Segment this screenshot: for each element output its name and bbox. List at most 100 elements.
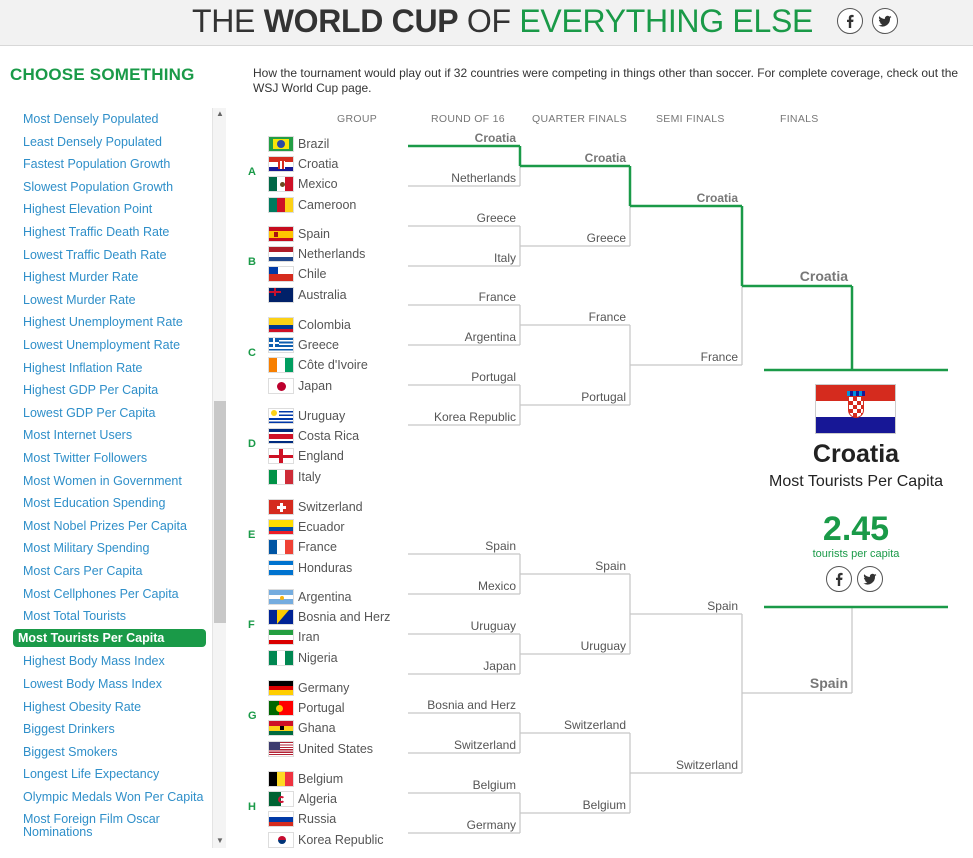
group-team[interactable]: Ghana xyxy=(268,719,336,737)
group-team[interactable]: Australia xyxy=(268,286,347,304)
sidebar-item[interactable]: Biggest Drinkers xyxy=(10,722,206,736)
group-team[interactable]: Ecuador xyxy=(268,518,345,536)
sidebar-item[interactable]: Most Internet Users xyxy=(10,428,206,442)
sidebar-item[interactable]: Highest Inflation Rate xyxy=(10,361,206,375)
champion-twitter-button[interactable] xyxy=(857,566,883,592)
bracket-slot[interactable]: France xyxy=(589,310,626,324)
sidebar-item[interactable]: Most Women in Government xyxy=(10,474,206,488)
sidebar-item[interactable]: Olympic Medals Won Per Capita xyxy=(10,790,206,804)
bracket-slot[interactable]: Spain xyxy=(595,559,626,573)
bracket-slot[interactable]: Bosnia and Herz xyxy=(427,698,516,712)
sidebar-item[interactable]: Highest Traffic Death Rate xyxy=(10,225,206,239)
group-team[interactable]: Cameroon xyxy=(268,196,356,214)
bracket-slot[interactable]: Belgium xyxy=(473,778,516,792)
sidebar-item[interactable]: Most Cars Per Capita xyxy=(10,564,206,578)
group-team[interactable]: Germany xyxy=(268,679,349,697)
sidebar-scrollbar[interactable]: ▲ ▼ xyxy=(212,108,226,848)
sidebar-item[interactable]: Highest Obesity Rate xyxy=(10,700,206,714)
twitter-share-button[interactable] xyxy=(872,8,898,34)
sidebar-item[interactable]: Most Education Spending xyxy=(10,496,206,510)
bracket-slot[interactable]: Portugal xyxy=(581,390,626,404)
bracket-slot[interactable]: Japan xyxy=(483,659,516,673)
scroll-up-icon[interactable]: ▲ xyxy=(213,108,227,120)
group-team[interactable]: Argentina xyxy=(268,588,352,606)
group-team[interactable]: France xyxy=(268,538,337,556)
group-team[interactable]: Chile xyxy=(268,265,327,283)
sidebar-item[interactable]: Most Twitter Followers xyxy=(10,451,206,465)
group-team[interactable]: Italy xyxy=(268,468,321,486)
bracket-slot[interactable]: Germany xyxy=(467,818,516,832)
sidebar-item[interactable]: Most Tourists Per Capita xyxy=(13,628,206,647)
group-team[interactable]: Portugal xyxy=(268,699,345,717)
bracket-slot[interactable]: Korea Republic xyxy=(434,410,516,424)
group-team[interactable]: Uruguay xyxy=(268,407,345,425)
scroll-thumb[interactable] xyxy=(214,401,226,623)
champion-facebook-button[interactable] xyxy=(826,566,852,592)
group-team[interactable]: Colombia xyxy=(268,316,351,334)
group-team[interactable]: Nigeria xyxy=(268,649,338,667)
group-team[interactable]: Spain xyxy=(268,225,330,243)
bracket-slot[interactable]: Mexico xyxy=(478,579,516,593)
bracket-slot[interactable]: Croatia xyxy=(697,191,738,205)
bracket-slot[interactable]: Netherlands xyxy=(451,171,516,185)
group-team[interactable]: Côte d'Ivoire xyxy=(268,356,368,374)
group-team[interactable]: Switzerland xyxy=(268,498,363,516)
sidebar-item[interactable]: Most Foreign Film Oscar Nominations xyxy=(10,812,206,839)
facebook-share-button[interactable] xyxy=(837,8,863,34)
bracket-slot[interactable]: Switzerland xyxy=(564,718,626,732)
bracket-slot[interactable]: Greece xyxy=(587,231,626,245)
group-team[interactable]: Netherlands xyxy=(268,245,365,263)
sidebar-item[interactable]: Lowest GDP Per Capita xyxy=(10,406,206,420)
bracket-slot[interactable]: Switzerland xyxy=(676,758,738,772)
bracket-slot[interactable]: Italy xyxy=(494,251,516,265)
sidebar-item[interactable]: Lowest Unemployment Rate xyxy=(10,338,206,352)
group-team[interactable]: Korea Republic xyxy=(268,831,383,849)
bracket-slot[interactable]: Uruguay xyxy=(471,619,516,633)
bracket-slot[interactable]: France xyxy=(701,350,738,364)
group-team[interactable]: Honduras xyxy=(268,559,352,577)
bracket-slot[interactable]: Spain xyxy=(485,539,516,553)
sidebar-item[interactable]: Longest Life Expectancy xyxy=(10,767,206,781)
scroll-down-icon[interactable]: ▼ xyxy=(213,835,227,847)
sidebar-item[interactable]: Lowest Traffic Death Rate xyxy=(10,248,206,262)
group-team[interactable]: Costa Rica xyxy=(268,427,359,445)
sidebar-item[interactable]: Most Densely Populated xyxy=(10,112,206,126)
group-team[interactable]: Algeria xyxy=(268,790,337,808)
bracket-slot[interactable]: France xyxy=(479,290,516,304)
bracket-slot[interactable]: Uruguay xyxy=(581,639,626,653)
bracket-slot[interactable]: Greece xyxy=(477,211,516,225)
bracket-slot[interactable]: Switzerland xyxy=(454,738,516,752)
group-team[interactable]: Russia xyxy=(268,810,336,828)
group-team[interactable]: Japan xyxy=(268,377,332,395)
group-team[interactable]: Greece xyxy=(268,336,339,354)
sidebar-item[interactable]: Biggest Smokers xyxy=(10,745,206,759)
sidebar-item[interactable]: Most Cellphones Per Capita xyxy=(10,587,206,601)
group-team[interactable]: England xyxy=(268,447,344,465)
group-team[interactable]: Belgium xyxy=(268,770,343,788)
group-team[interactable]: Mexico xyxy=(268,175,338,193)
sidebar-item[interactable]: Lowest Body Mass Index xyxy=(10,677,206,691)
group-team[interactable]: Croatia xyxy=(268,155,338,173)
bracket-slot[interactable]: Belgium xyxy=(583,798,626,812)
sidebar-item[interactable]: Highest Unemployment Rate xyxy=(10,315,206,329)
bracket-slot[interactable]: Spain xyxy=(707,599,738,613)
sidebar-item[interactable]: Most Nobel Prizes Per Capita xyxy=(10,519,206,533)
bracket-slot[interactable]: Croatia xyxy=(475,131,516,145)
sidebar-item[interactable]: Most Total Tourists xyxy=(10,609,206,623)
sidebar-item[interactable]: Lowest Murder Rate xyxy=(10,293,206,307)
sidebar-item[interactable]: Highest Murder Rate xyxy=(10,270,206,284)
bracket-slot[interactable]: Spain xyxy=(810,675,848,691)
bracket-slot[interactable]: Croatia xyxy=(585,151,626,165)
sidebar-item[interactable]: Slowest Population Growth xyxy=(10,180,206,194)
sidebar-item[interactable]: Least Densely Populated xyxy=(10,135,206,149)
group-team[interactable]: Brazil xyxy=(268,135,329,153)
sidebar-item[interactable]: Highest GDP Per Capita xyxy=(10,383,206,397)
sidebar-item[interactable]: Highest Elevation Point xyxy=(10,202,206,216)
group-team[interactable]: Bosnia and Herz xyxy=(268,608,390,626)
sidebar-item[interactable]: Most Military Spending xyxy=(10,541,206,555)
bracket-slot[interactable]: Argentina xyxy=(465,330,516,344)
group-team[interactable]: United States xyxy=(268,740,373,758)
bracket-slot[interactable]: Portugal xyxy=(471,370,516,384)
group-team[interactable]: Iran xyxy=(268,628,320,646)
sidebar-item[interactable]: Highest Body Mass Index xyxy=(10,654,206,668)
